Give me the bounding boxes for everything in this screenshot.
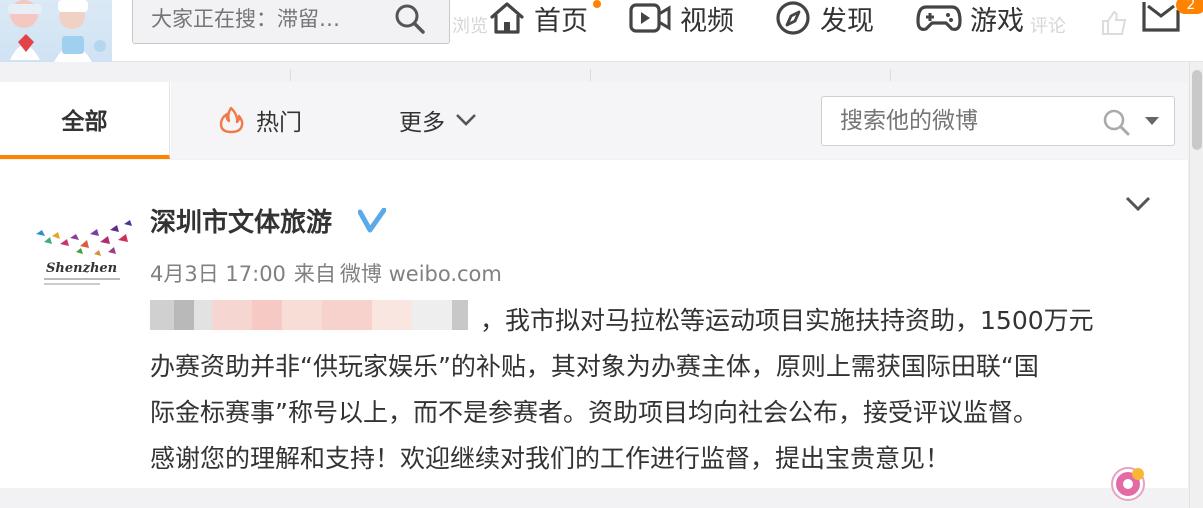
- search-icon[interactable]: [393, 2, 427, 36]
- faded-hint-2: 评论: [1030, 16, 1066, 37]
- video-icon: [629, 3, 671, 33]
- compass-icon: [776, 1, 810, 35]
- post-line-4: 感谢您的理解和支持！欢迎继续对我们的工作进行监督，提出宝贵意见！: [150, 444, 951, 473]
- chevron-down-icon: [456, 114, 476, 126]
- nav-home[interactable]: 首页: [488, 0, 588, 37]
- post-source[interactable]: 微博 weibo.com: [340, 262, 502, 286]
- weibo-page: 浏览 首页 视频 发现: [0, 0, 1203, 508]
- nav-games[interactable]: 游戏: [916, 0, 1024, 37]
- post-meta: 4月3日 17:00 来自 微博 weibo.com: [150, 258, 510, 288]
- banner-illustration[interactable]: [0, 0, 112, 62]
- post-via: 来自: [293, 262, 336, 286]
- home-icon: [490, 2, 524, 34]
- nav-home-notification-dot: [593, 0, 601, 8]
- author-name[interactable]: 深圳市文体旅游: [150, 202, 332, 239]
- post-content: ，我市拟对马拉松等运动项目实施扶持资助，1500万元 办赛资助并非“供玩家娱乐”…: [150, 298, 1162, 482]
- post-line-2: 办赛资助并非“供玩家娱乐”的补贴，其对象为办赛主体，原则上需获国际田联“国: [150, 352, 1039, 381]
- nav-games-label: 游戏: [970, 5, 1024, 37]
- post-timestamp[interactable]: 4月3日 17:00: [150, 262, 286, 286]
- bottom-strip: [0, 488, 1188, 508]
- profile-search-input[interactable]: [840, 97, 1100, 145]
- faded-hint: 浏览: [452, 16, 488, 37]
- weibo-post: Shenzhen 深圳市文体旅游 4月3日 17:00 来自 微博 weibo.co…: [0, 160, 1188, 488]
- dropdown-caret-icon[interactable]: [1144, 116, 1160, 126]
- profile-search[interactable]: [821, 96, 1175, 146]
- nav-separator: [0, 63, 1203, 82]
- global-search[interactable]: [132, 0, 450, 44]
- global-search-input[interactable]: [151, 0, 391, 40]
- search-icon[interactable]: [1102, 108, 1130, 136]
- watermark-logo-icon: [1111, 467, 1145, 501]
- tab-more-label: 更多: [399, 110, 445, 136]
- nav-video[interactable]: 视频: [628, 0, 734, 37]
- avatar[interactable]: Shenzhen: [30, 212, 134, 292]
- scrollbar[interactable]: [1189, 62, 1203, 508]
- tab-more[interactable]: 更多: [399, 102, 477, 138]
- gamepad-icon: [916, 5, 962, 31]
- verified-badge-icon: [358, 208, 386, 233]
- tab-hot-label: 热门: [256, 110, 302, 136]
- post-line-1: ，我市拟对马拉松等运动项目实施扶持资助，1500万元: [150, 298, 1162, 344]
- thumbs-up-icon[interactable]: [1100, 10, 1128, 36]
- avatar-shenzhen-text: Shenzhen: [46, 261, 117, 276]
- nav-discover[interactable]: 发现: [774, 0, 874, 37]
- flame-icon: [219, 106, 244, 134]
- post-menu-chevron-icon[interactable]: [1124, 195, 1152, 213]
- nav-discover-label: 发现: [820, 5, 874, 37]
- tab-all[interactable]: 全部: [0, 82, 170, 159]
- message-count-badge: 2: [1176, 0, 1203, 14]
- profile-tabs-bar: 全部 热门 更多: [0, 82, 1188, 159]
- nav-video-label: 视频: [680, 5, 734, 37]
- tab-hot[interactable]: 热门: [218, 102, 302, 138]
- post-line-3: 际金标赛事”称号以上，而不是参赛者。资助项目均向社会公布，接受评议监督。: [150, 398, 1038, 427]
- scrollbar-thumb[interactable]: [1192, 70, 1202, 150]
- nav-home-label: 首页: [534, 5, 588, 37]
- top-navbar: 浏览 首页 视频 发现: [0, 0, 1203, 62]
- post-line-1-text: ，我市拟对马拉松等运动项目实施扶持资助，1500万元: [480, 306, 1094, 335]
